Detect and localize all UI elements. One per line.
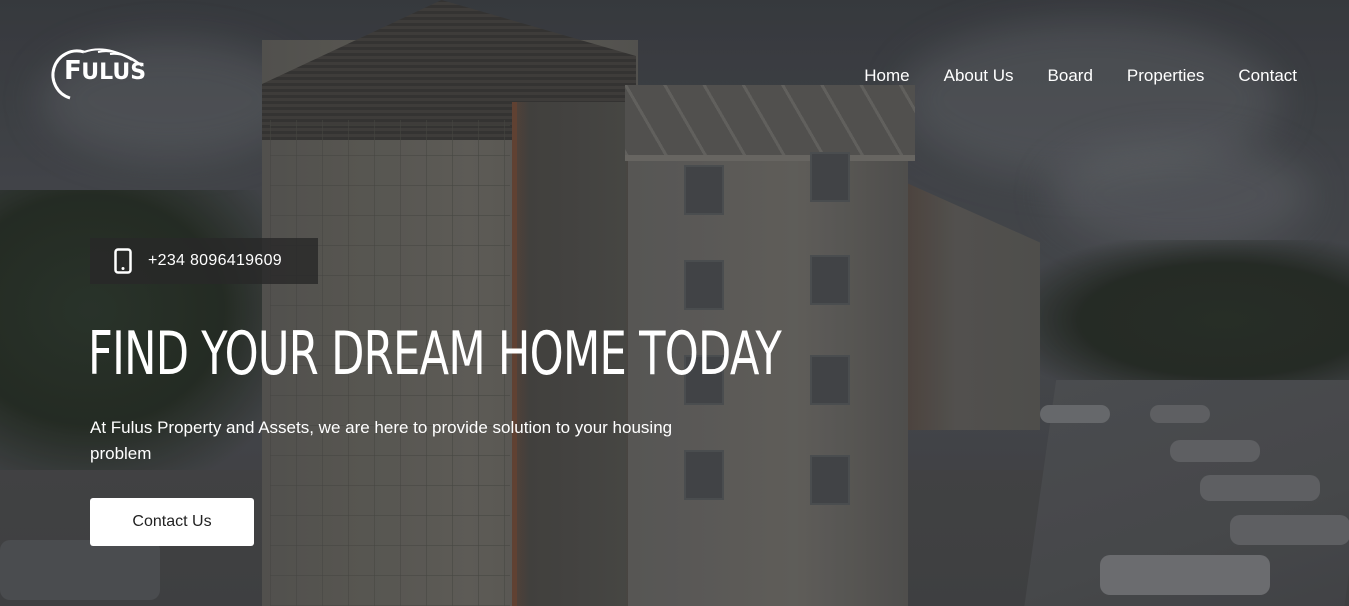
phone-number: +234 8096419609: [148, 252, 282, 269]
hero-subtext: At Fulus Property and Assets, we are her…: [90, 418, 673, 463]
phone-badge[interactable]: +234 8096419609: [90, 238, 318, 284]
hero-section: FULUS Home About Us Board Properties Con…: [0, 0, 1349, 606]
nav-item-board[interactable]: Board: [1048, 66, 1093, 86]
logo-wordmark: FULUS: [64, 56, 146, 86]
logo-letter-f: F: [64, 56, 82, 86]
nav-item-about-us[interactable]: About Us: [944, 66, 1014, 86]
main-nav: Home About Us Board Properties Contact: [864, 66, 1297, 86]
nav-item-home[interactable]: Home: [864, 66, 909, 86]
fulus-logo[interactable]: FULUS: [44, 46, 148, 102]
mobile-phone-icon: [114, 248, 132, 274]
contact-us-button[interactable]: Contact Us: [90, 498, 254, 546]
hero-headline: FIND YOUR DREAM HOME TODAY: [88, 319, 782, 389]
nav-item-contact[interactable]: Contact: [1238, 66, 1297, 86]
nav-item-properties[interactable]: Properties: [1127, 66, 1204, 86]
logo-letters-ulus: ULUS: [81, 60, 147, 85]
